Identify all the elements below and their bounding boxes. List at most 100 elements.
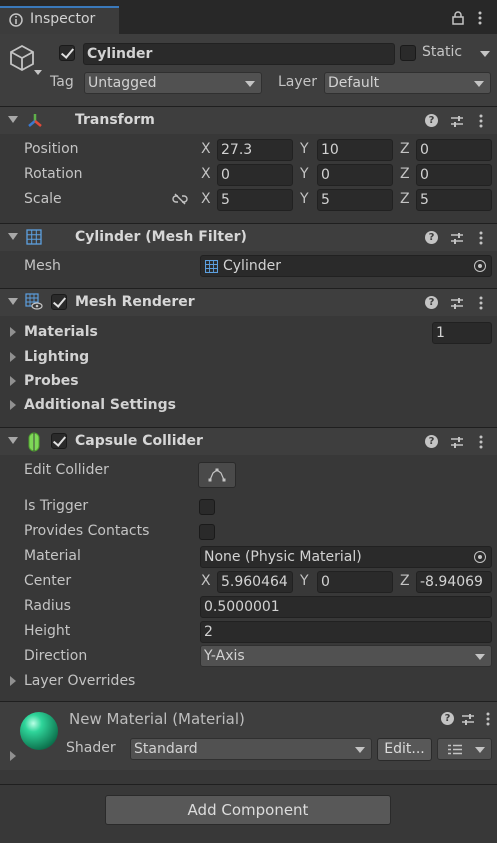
height-field[interactable]: 2 <box>200 621 492 643</box>
lock-icon[interactable] <box>452 11 464 25</box>
kebab-menu-icon[interactable] <box>479 231 483 245</box>
scale-z-field[interactable]: 5 <box>416 189 492 211</box>
presets-icon[interactable] <box>461 712 475 726</box>
tag-dropdown[interactable]: Untagged <box>84 72 262 94</box>
static-dropdown-arrow-icon[interactable] <box>480 51 490 57</box>
rotation-z-field[interactable]: 0 <box>416 164 492 186</box>
scale-x-field[interactable]: 5 <box>217 189 293 211</box>
icon-dropdown-arrow-icon[interactable] <box>34 70 42 75</box>
kebab-menu-icon[interactable] <box>478 11 482 25</box>
mesh-renderer-title: Mesh Renderer <box>75 294 195 310</box>
foldout-arrow-icon[interactable] <box>10 352 16 362</box>
position-label: Position <box>24 141 79 157</box>
position-y-field[interactable]: 10 <box>317 139 393 161</box>
material-header[interactable]: New Material (Material) ? Shader Standar… <box>0 702 497 770</box>
center-z-field[interactable]: -8.94069 <box>416 571 492 593</box>
mesh-renderer-icon <box>25 293 43 310</box>
materials-label[interactable]: Materials <box>24 324 98 340</box>
tag-value: Untagged <box>88 75 157 91</box>
object-picker-icon[interactable] <box>474 551 486 563</box>
additional-settings-label[interactable]: Additional Settings <box>24 397 176 413</box>
layer-overrides-label[interactable]: Layer Overrides <box>24 673 135 689</box>
foldout-arrow-icon[interactable] <box>10 676 16 686</box>
kebab-menu-icon[interactable] <box>479 114 483 128</box>
active-checkbox[interactable] <box>59 45 75 61</box>
layer-label: Layer <box>278 74 318 90</box>
chevron-down-icon <box>475 747 485 753</box>
foldout-arrow-icon[interactable] <box>8 437 18 444</box>
kebab-menu-icon[interactable] <box>479 296 483 310</box>
capsule-collider-header[interactable]: Capsule Collider ? <box>0 427 497 455</box>
object-picker-icon[interactable] <box>474 260 486 272</box>
tab-inspector[interactable]: Inspector <box>0 6 119 34</box>
center-y-field[interactable]: 0 <box>317 571 393 593</box>
presets-icon[interactable] <box>450 231 464 245</box>
tab-inspector-label: Inspector <box>30 11 96 27</box>
foldout-arrow-icon[interactable] <box>10 751 16 761</box>
is-trigger-checkbox[interactable] <box>199 499 215 515</box>
shader-dropdown[interactable]: Standard <box>130 738 372 760</box>
presets-icon[interactable] <box>450 114 464 128</box>
mesh-renderer-enabled-checkbox[interactable] <box>51 294 67 310</box>
foldout-arrow-icon[interactable] <box>10 376 16 386</box>
scale-label: Scale <box>24 191 62 207</box>
axis-z-label: Z <box>400 573 410 589</box>
physic-material-field[interactable]: None (Physic Material) <box>200 546 492 568</box>
provides-contacts-checkbox[interactable] <box>199 524 215 540</box>
shader-options-dropdown[interactable] <box>437 738 492 760</box>
mesh-renderer-header[interactable]: Mesh Renderer ? <box>0 288 497 316</box>
capsule-collider-enabled-checkbox[interactable] <box>51 433 67 449</box>
direction-dropdown[interactable]: Y-Axis <box>200 645 492 667</box>
center-label: Center <box>24 573 72 589</box>
axis-x-label: X <box>201 191 211 207</box>
axis-y-label: Y <box>300 191 309 207</box>
mesh-object-field[interactable]: Cylinder <box>200 255 492 277</box>
foldout-arrow-icon[interactable] <box>8 298 18 305</box>
position-x-field[interactable]: 27.3 <box>217 139 293 161</box>
axis-z-label: Z <box>400 191 410 207</box>
presets-icon[interactable] <box>450 435 464 449</box>
axis-x-label: X <box>201 141 211 157</box>
position-z-field[interactable]: 0 <box>416 139 492 161</box>
capsule-icon <box>28 432 40 452</box>
height-label: Height <box>24 623 71 639</box>
help-icon[interactable]: ? <box>425 231 438 244</box>
layer-dropdown[interactable]: Default <box>324 72 491 94</box>
transform-header[interactable]: Transform ? <box>0 106 497 134</box>
presets-icon[interactable] <box>450 296 464 310</box>
scale-y-field[interactable]: 5 <box>317 189 393 211</box>
unlink-icon[interactable] <box>172 193 188 205</box>
edit-collider-button[interactable] <box>198 462 236 488</box>
material-sphere-preview <box>20 712 58 750</box>
shader-edit-button[interactable]: Edit... <box>377 738 432 761</box>
kebab-menu-icon[interactable] <box>479 435 483 449</box>
foldout-arrow-icon[interactable] <box>8 116 18 123</box>
static-checkbox[interactable] <box>400 45 416 61</box>
help-icon[interactable]: ? <box>425 296 438 309</box>
rotation-x-field[interactable]: 0 <box>217 164 293 186</box>
chevron-down-icon <box>474 81 484 87</box>
rotation-label: Rotation <box>24 166 83 182</box>
help-icon[interactable]: ? <box>441 712 454 725</box>
transform-title: Transform <box>75 112 155 128</box>
lighting-label[interactable]: Lighting <box>24 349 89 365</box>
materials-count-field[interactable]: 1 <box>432 322 492 344</box>
transform-icon <box>28 114 42 127</box>
help-icon[interactable]: ? <box>425 435 438 448</box>
foldout-arrow-icon[interactable] <box>8 233 18 240</box>
add-component-button[interactable]: Add Component <box>105 795 391 825</box>
mesh-filter-header[interactable]: Cylinder (Mesh Filter) ? <box>0 223 497 251</box>
rotation-y-field[interactable]: 0 <box>317 164 393 186</box>
radius-field[interactable]: 0.5000001 <box>200 596 492 618</box>
gameobject-name-field[interactable]: Cylinder <box>83 43 395 65</box>
foldout-arrow-icon[interactable] <box>10 327 16 337</box>
probes-label[interactable]: Probes <box>24 373 79 389</box>
mesh-grid-icon <box>205 260 218 273</box>
kebab-menu-icon[interactable] <box>486 712 490 726</box>
help-icon[interactable]: ? <box>425 114 438 127</box>
foldout-arrow-icon[interactable] <box>10 400 16 410</box>
mesh-label: Mesh <box>24 258 61 274</box>
material-title: New Material (Material) <box>69 710 245 728</box>
axis-x-label: X <box>201 573 211 589</box>
center-x-field[interactable]: 5.960464 <box>217 571 293 593</box>
